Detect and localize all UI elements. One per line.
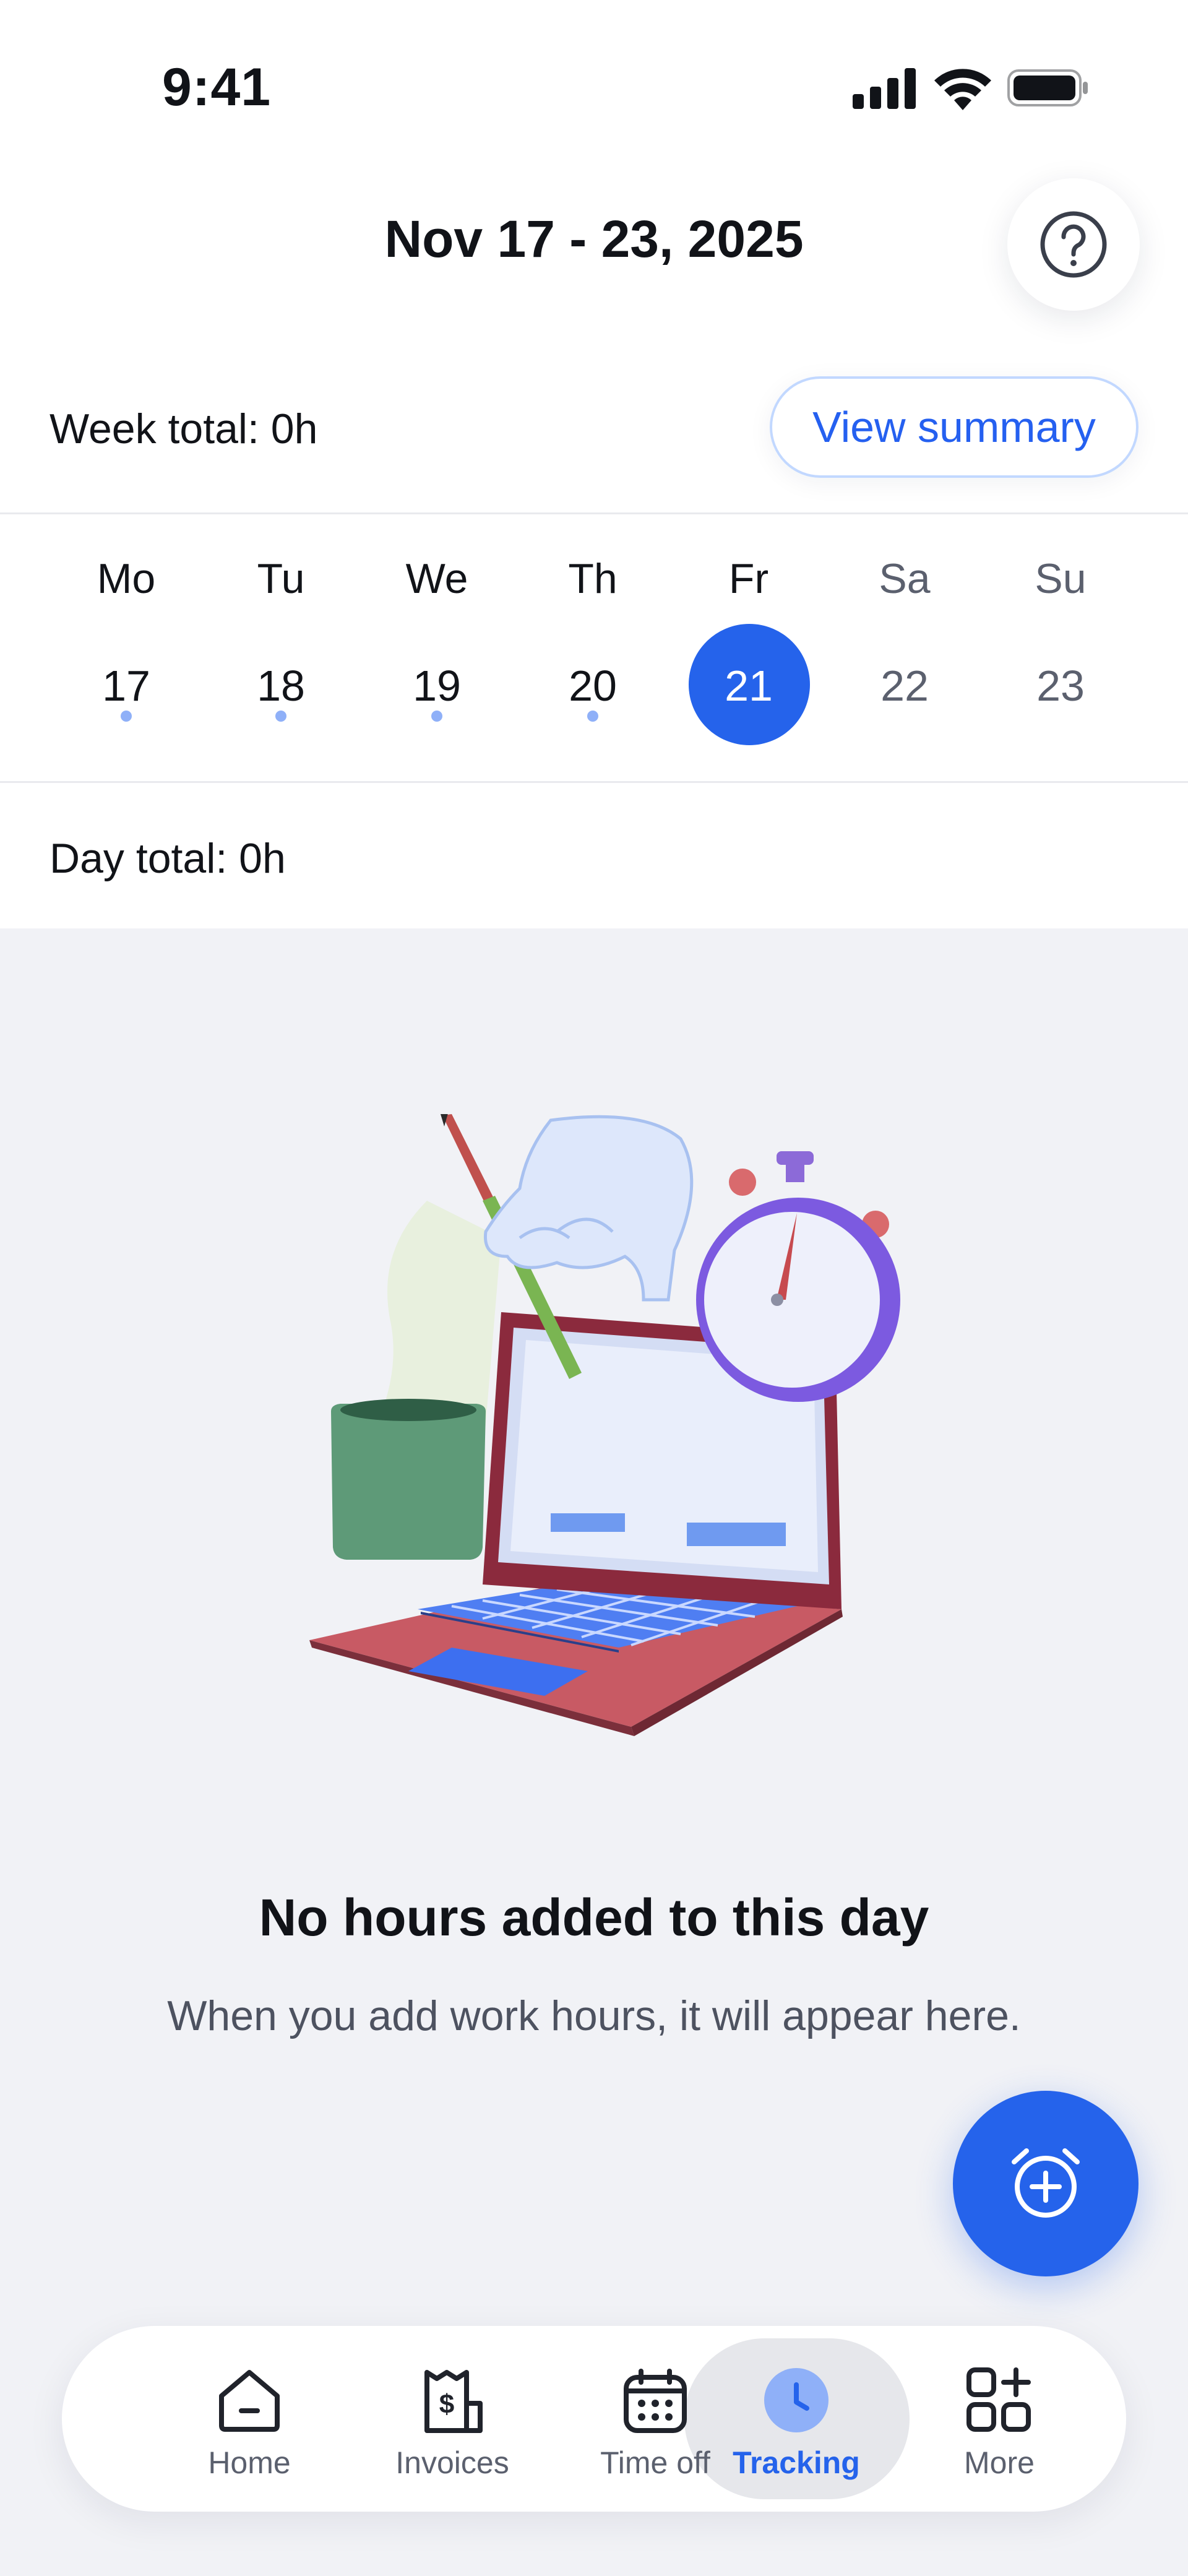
nav-item-tracking[interactable]: Tracking xyxy=(694,2326,898,2512)
svg-text:$: $ xyxy=(439,2389,454,2419)
entry-dot xyxy=(587,711,598,722)
bottom-nav: Home $ Invoices Time off Tracking More xyxy=(62,2326,1126,2512)
day-of-week-label: Th xyxy=(568,555,618,602)
day-of-week-label: Sa xyxy=(879,555,931,602)
day-number-23[interactable]: 23 xyxy=(999,661,1122,711)
day-total: Day total: 0h xyxy=(50,835,286,882)
empty-state-subtitle: When you add work hours, it will appear … xyxy=(167,1992,1021,2039)
nav-item-home[interactable]: Home xyxy=(147,2326,351,2512)
stopwatch xyxy=(696,1151,900,1402)
nav-label-invoices: Invoices xyxy=(395,2445,509,2480)
divider xyxy=(0,781,1188,783)
pen-cup xyxy=(331,1399,486,1560)
calendar-icon xyxy=(618,2363,692,2437)
day-number-17[interactable]: 17 xyxy=(64,661,188,711)
nav-label-more: More xyxy=(964,2445,1035,2480)
day-number-22[interactable]: 22 xyxy=(843,661,966,711)
question-icon xyxy=(1040,211,1107,278)
day-of-week-label: Su xyxy=(1035,555,1087,602)
week-total: Week total: 0h xyxy=(50,405,318,452)
wifi-icon xyxy=(934,69,991,110)
hand xyxy=(483,1115,694,1302)
entry-dot xyxy=(121,711,132,722)
empty-state-title: No hours added to this day xyxy=(259,1888,929,1947)
view-summary-button[interactable]: View summary xyxy=(770,376,1138,478)
entry-dot xyxy=(431,711,442,722)
day-of-week-label: Mo xyxy=(97,555,156,602)
status-icons xyxy=(853,68,1088,110)
nav-label-home: Home xyxy=(208,2445,291,2480)
nav-item-invoices[interactable]: $ Invoices xyxy=(350,2326,554,2512)
nav-item-more[interactable]: More xyxy=(897,2326,1101,2512)
battery-icon xyxy=(1007,69,1088,106)
clock-icon xyxy=(759,2363,833,2437)
entry-dot xyxy=(275,711,286,722)
alarm-add-icon xyxy=(1012,2148,1080,2218)
invoice-icon: $ xyxy=(415,2363,489,2437)
day-number-21[interactable]: 21 xyxy=(687,661,811,711)
day-number-20[interactable]: 20 xyxy=(531,661,655,711)
status-time: 9:41 xyxy=(162,58,272,117)
help-button[interactable] xyxy=(1007,178,1140,311)
day-number-18[interactable]: 18 xyxy=(219,661,343,711)
add-time-button[interactable] xyxy=(953,2091,1138,2276)
day-of-week-label: Tu xyxy=(257,555,305,602)
day-of-week-label: We xyxy=(405,555,468,602)
day-of-week-label: Fr xyxy=(728,555,769,602)
nav-label-tracking: Tracking xyxy=(733,2445,860,2480)
laptop-stopwatch-illustration xyxy=(309,1114,900,1736)
grid-plus-icon xyxy=(962,2363,1036,2437)
home-icon xyxy=(212,2363,286,2437)
signal-icon xyxy=(853,68,916,109)
day-number-19[interactable]: 19 xyxy=(375,661,499,711)
divider xyxy=(0,512,1188,514)
